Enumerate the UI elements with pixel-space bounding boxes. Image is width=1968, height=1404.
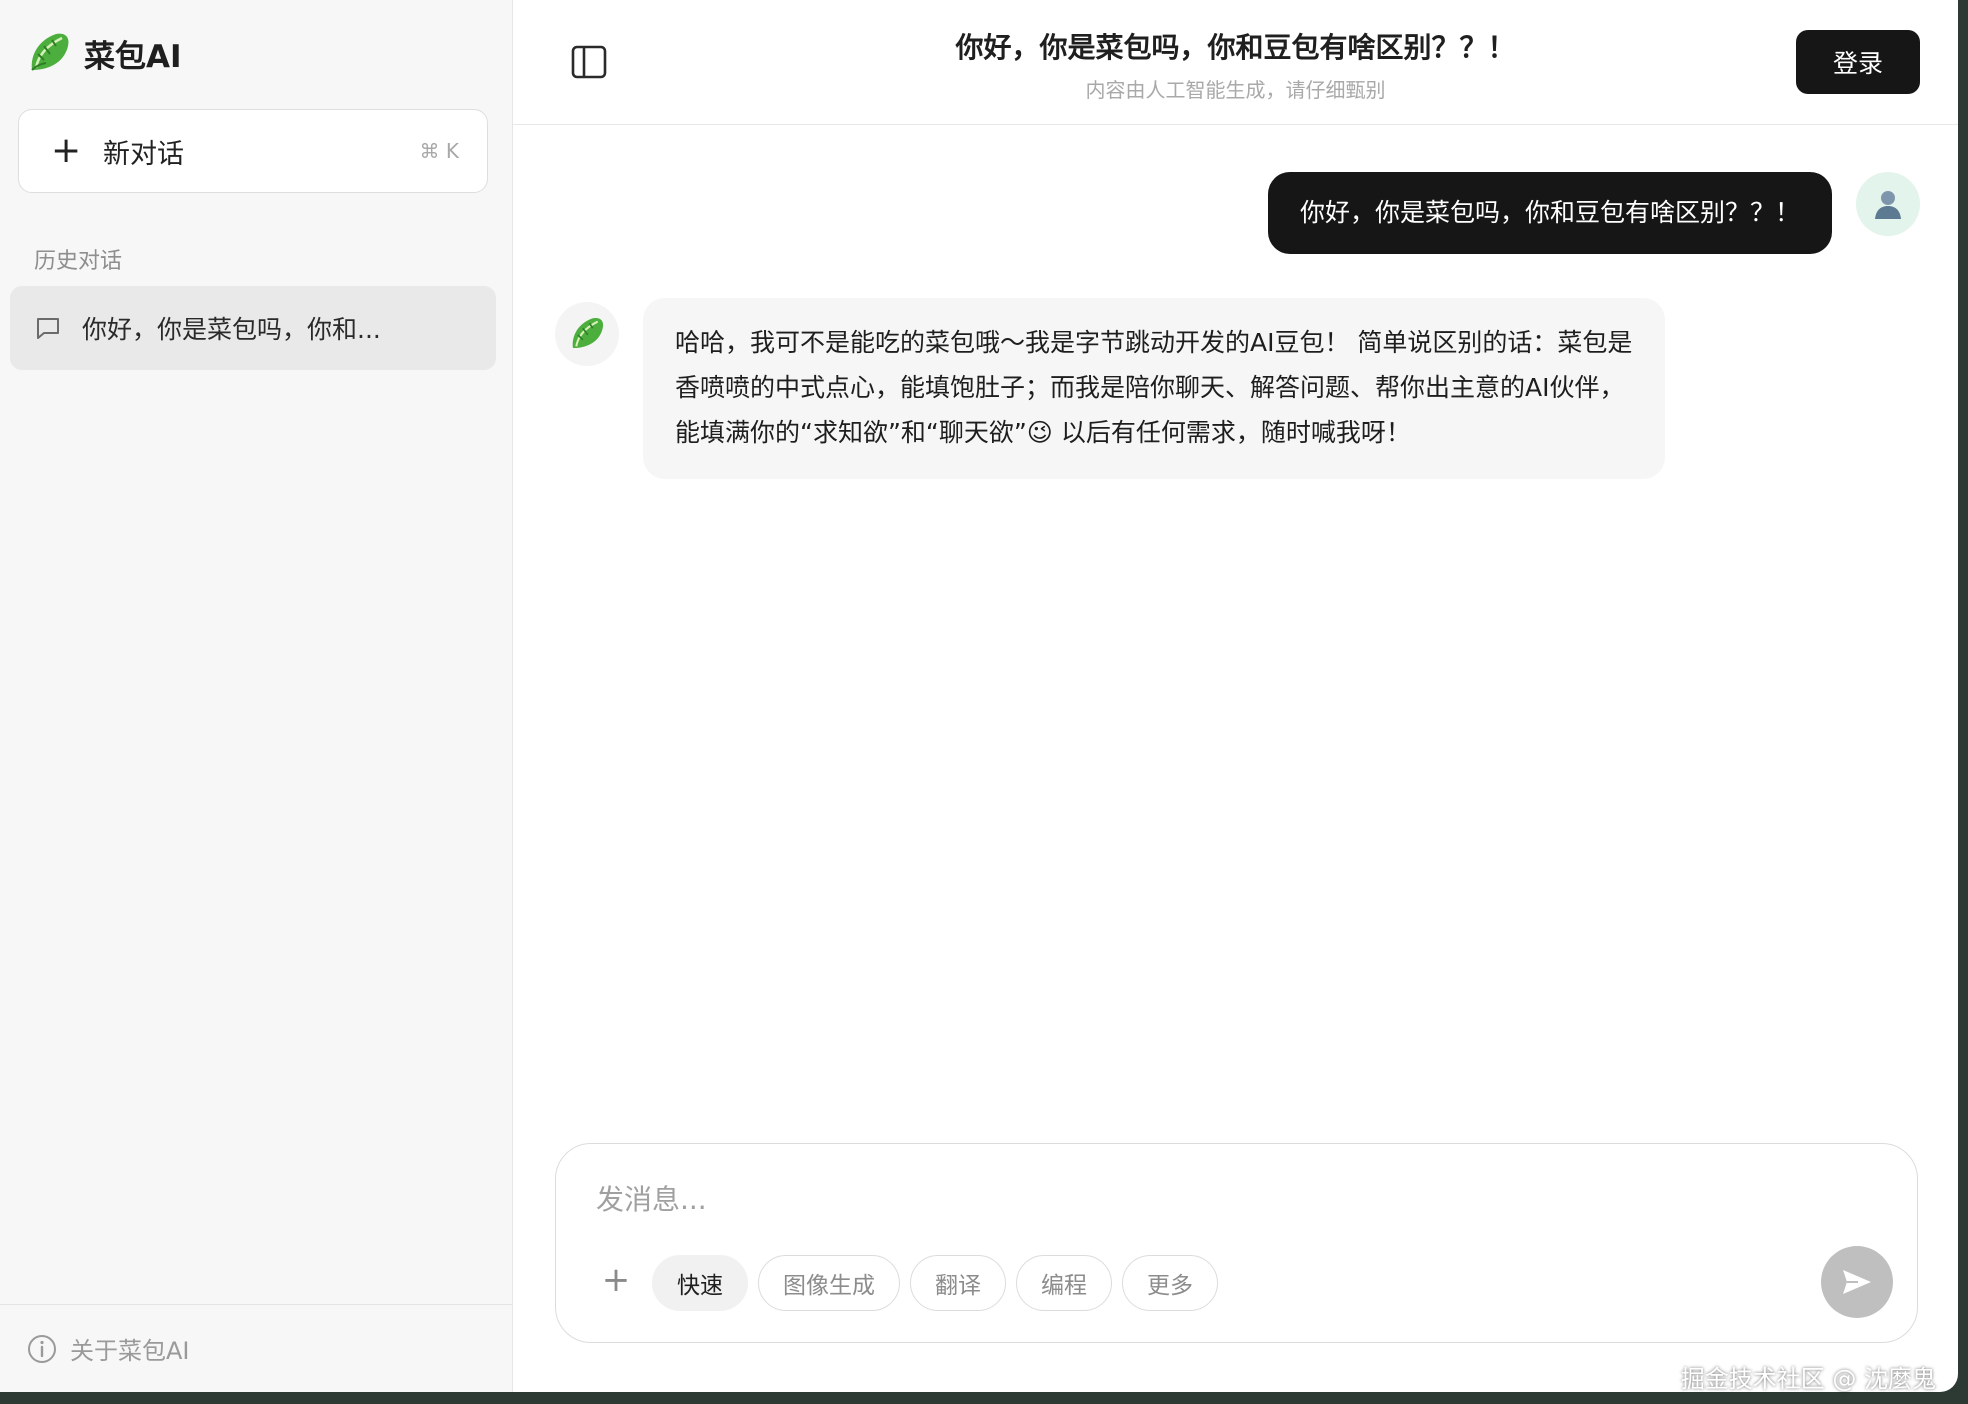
new-chat-label: 新对话 xyxy=(103,138,184,170)
chip-translate[interactable]: 翻译 xyxy=(910,1255,1006,1311)
about-link[interactable]: 关于菜包AI xyxy=(0,1304,512,1392)
chip-quick[interactable]: 快速 xyxy=(652,1255,748,1311)
attach-plus-icon[interactable]: + xyxy=(596,1260,636,1300)
assistant-avatar xyxy=(555,302,619,366)
chip-image-generation[interactable]: 图像生成 xyxy=(758,1255,900,1311)
assistant-message: 哈哈，我可不是能吃的菜包哦～我是字节跳动开发的AI豆包！ 简单说区别的话：菜包是… xyxy=(643,298,1665,479)
user-avatar xyxy=(1856,172,1920,236)
history-item-label: 你好，你是菜包吗，你和... xyxy=(82,315,381,344)
chat-bubble-icon xyxy=(37,318,59,339)
user-message-row: 你好，你是菜包吗，你和豆包有啥区别？？！ xyxy=(1267,172,1920,254)
chat-header: 你好，你是菜包吗，你和豆包有啥区别？？！ 内容由人工智能生成，请仔细甄别 登录 xyxy=(513,0,1958,125)
new-chat-button[interactable]: + 新对话 ⌘ K xyxy=(18,109,488,193)
history-section-title: 历史对话 xyxy=(34,249,123,274)
user-icon xyxy=(1875,191,1901,219)
login-button[interactable]: 登录 xyxy=(1796,30,1920,94)
assistant-message-row: 哈哈，我可不是能吃的菜包哦～我是字节跳动开发的AI豆包！ 简单说区别的话：菜包是… xyxy=(555,298,1665,479)
about-label: 关于菜包AI xyxy=(70,1337,190,1365)
brand: 菜包AI xyxy=(26,30,182,76)
lettuce-icon xyxy=(31,33,69,71)
send-icon xyxy=(1843,1270,1871,1294)
message-input[interactable] xyxy=(596,1174,1796,1224)
conversation-title: 你好，你是菜包吗，你和豆包有啥区别？？！ xyxy=(955,31,1516,64)
keyboard-shortcut: ⌘ K xyxy=(419,139,459,163)
chat-main: 你好，你是菜包吗，你和豆包有啥区别？？！ 内容由人工智能生成，请仔细甄别 登录 … xyxy=(513,0,1958,1392)
message-composer: + 快速 图像生成 翻译 编程 更多 xyxy=(555,1143,1918,1343)
chip-coding[interactable]: 编程 xyxy=(1016,1255,1112,1311)
app-window: 菜包AI + 新对话 ⌘ K 历史对话 你好，你是菜包吗，你和... 关于菜包A… xyxy=(0,0,1958,1392)
skill-chips: 快速 图像生成 翻译 编程 更多 xyxy=(652,1255,1218,1311)
plus-icon: + xyxy=(51,130,82,171)
brand-name: 菜包AI xyxy=(84,38,182,75)
user-message: 你好，你是菜包吗，你和豆包有啥区别？？！ xyxy=(1267,172,1832,254)
ai-disclaimer: 内容由人工智能生成，请仔细甄别 xyxy=(1085,78,1386,102)
chip-more[interactable]: 更多 xyxy=(1122,1255,1218,1311)
send-button[interactable] xyxy=(1821,1246,1893,1318)
lettuce-icon xyxy=(572,317,604,349)
history-item[interactable]: 你好，你是菜包吗，你和... xyxy=(10,286,496,370)
info-icon xyxy=(28,1334,56,1363)
watermark: 掘金技术社区 @ 沈麼鬼 xyxy=(1680,1365,1936,1393)
sidebar: 菜包AI + 新对话 ⌘ K 历史对话 你好，你是菜包吗，你和... 关于菜包A… xyxy=(0,0,513,1392)
